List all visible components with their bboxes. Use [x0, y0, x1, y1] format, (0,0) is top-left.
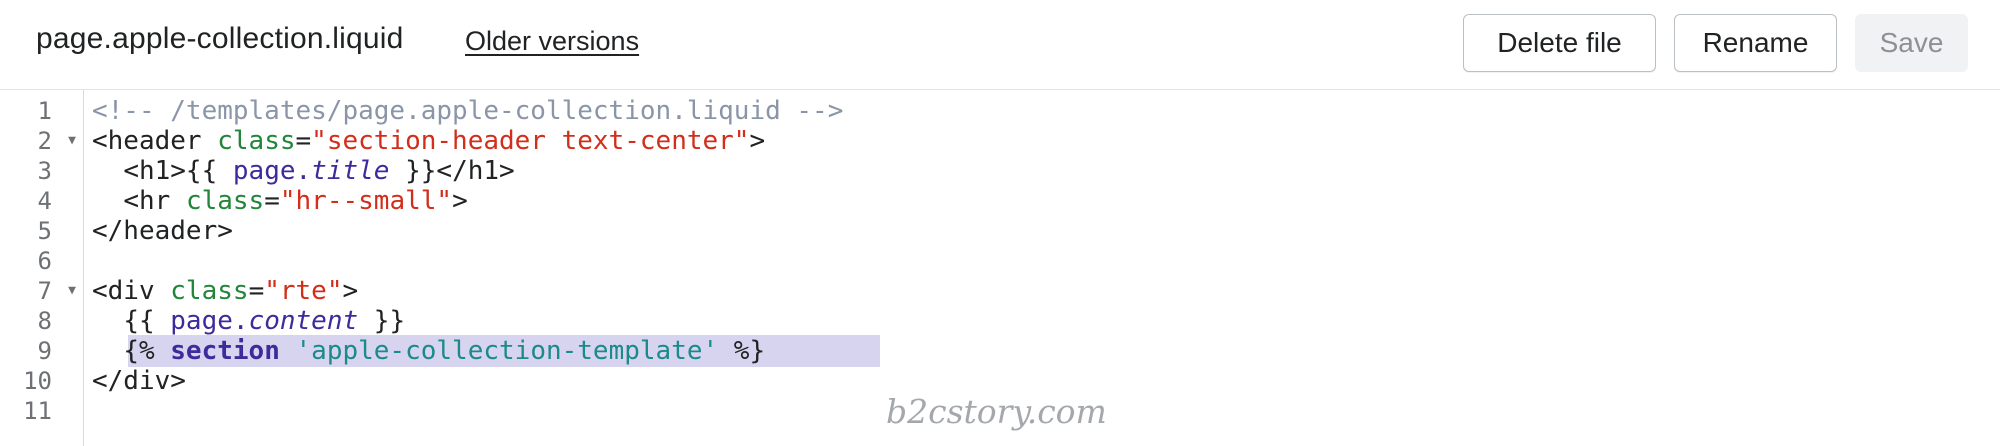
fold-toggle-icon[interactable]: ▼ [68, 126, 76, 156]
code-liquid-open: {{ [123, 306, 171, 336]
fold-toggle-icon[interactable]: ▼ [68, 276, 76, 306]
code-tag-close: > [452, 186, 468, 216]
code-attribute: class [185, 186, 265, 216]
code-tag: <h1>{{ [123, 156, 233, 186]
code-line-10[interactable]: </div> [92, 366, 186, 396]
code-liquid-close: %} [718, 336, 766, 366]
gutter-row: 9 [0, 336, 84, 366]
line-number: 9 [37, 337, 52, 365]
code-string: "section-header text-center" [311, 126, 750, 156]
code-attribute: class [170, 276, 249, 306]
line-number: 1 [37, 97, 52, 125]
code-object: page. [170, 306, 249, 336]
line-number: 11 [23, 397, 52, 425]
line-number-gutter: 1 2 ▼ 3 4 5 6 7 ▼ 8 9 10 11 [0, 90, 84, 446]
code-string: "rte" [264, 276, 343, 306]
gutter-row: 8 [0, 306, 84, 336]
watermark: b2cstory.com [886, 392, 1107, 431]
older-versions-link[interactable]: Older versions [465, 26, 639, 57]
gutter-row: 1 [0, 96, 84, 126]
code-tag: <header [92, 126, 218, 156]
line-number: 2 [37, 127, 52, 155]
gutter-row: 11 [0, 396, 84, 426]
line-number: 10 [23, 367, 52, 395]
code-string: "hr--small" [279, 186, 453, 216]
editor-toolbar: page.apple-collection.liquid Older versi… [0, 0, 2000, 90]
code-equals: = [295, 126, 312, 156]
code-comment: <!-- /templates/page.apple-collection.li… [92, 96, 844, 126]
gutter-row: 6 [0, 246, 84, 276]
code-line-9[interactable]: {% section 'apple-collection-template' %… [92, 336, 765, 366]
gutter-row: 2 ▼ [0, 126, 84, 156]
code-tag-close: > [342, 276, 359, 306]
code-tag: <hr [123, 186, 186, 216]
code-tag-close: }}</h1> [389, 156, 515, 186]
gutter-row: 3 [0, 156, 84, 186]
code-line-5[interactable]: </header> [92, 216, 233, 246]
code-tag: <div [92, 276, 171, 306]
rename-button[interactable]: Rename [1674, 14, 1837, 72]
code-equals: = [264, 186, 280, 216]
code-line-1[interactable]: <!-- /templates/page.apple-collection.li… [92, 96, 843, 126]
line-number: 3 [37, 157, 52, 185]
gutter-row: 5 [0, 216, 84, 246]
code-property: title [311, 156, 390, 186]
code-line-4[interactable]: <hr class="hr--small"> [92, 186, 468, 216]
code-liquid-close: }} [358, 306, 406, 336]
code-tag: </div> [92, 366, 186, 396]
code-tag: </header> [92, 216, 233, 246]
code-keyword: section [170, 336, 280, 366]
line-number: 4 [37, 187, 52, 215]
code-liquid-open: {% [123, 336, 171, 366]
line-number: 5 [37, 217, 52, 245]
code-line-7[interactable]: <div class="rte"> [92, 276, 358, 306]
code-attribute: class [217, 126, 296, 156]
line-number: 6 [37, 247, 52, 275]
code-property: content [248, 306, 359, 336]
gutter-row: 10 [0, 366, 84, 396]
save-button[interactable]: Save [1855, 14, 1968, 72]
delete-file-button[interactable]: Delete file [1463, 14, 1656, 72]
file-title: page.apple-collection.liquid [36, 22, 404, 55]
code-line-2[interactable]: <header class="section-header text-cente… [92, 126, 765, 156]
code-liquid-string: 'apple-collection-template' [295, 336, 719, 366]
gutter-row: 4 [0, 186, 84, 216]
code-tag-close: > [749, 126, 766, 156]
gutter-row: 7 ▼ [0, 276, 84, 306]
line-number: 8 [37, 307, 52, 335]
code-line-8[interactable]: {{ page.content }} [92, 306, 405, 336]
line-number: 7 [37, 277, 52, 305]
code-object: page. [232, 156, 312, 186]
code-equals: = [248, 276, 265, 306]
code-line-3[interactable]: <h1>{{ page.title }}</h1> [92, 156, 515, 186]
